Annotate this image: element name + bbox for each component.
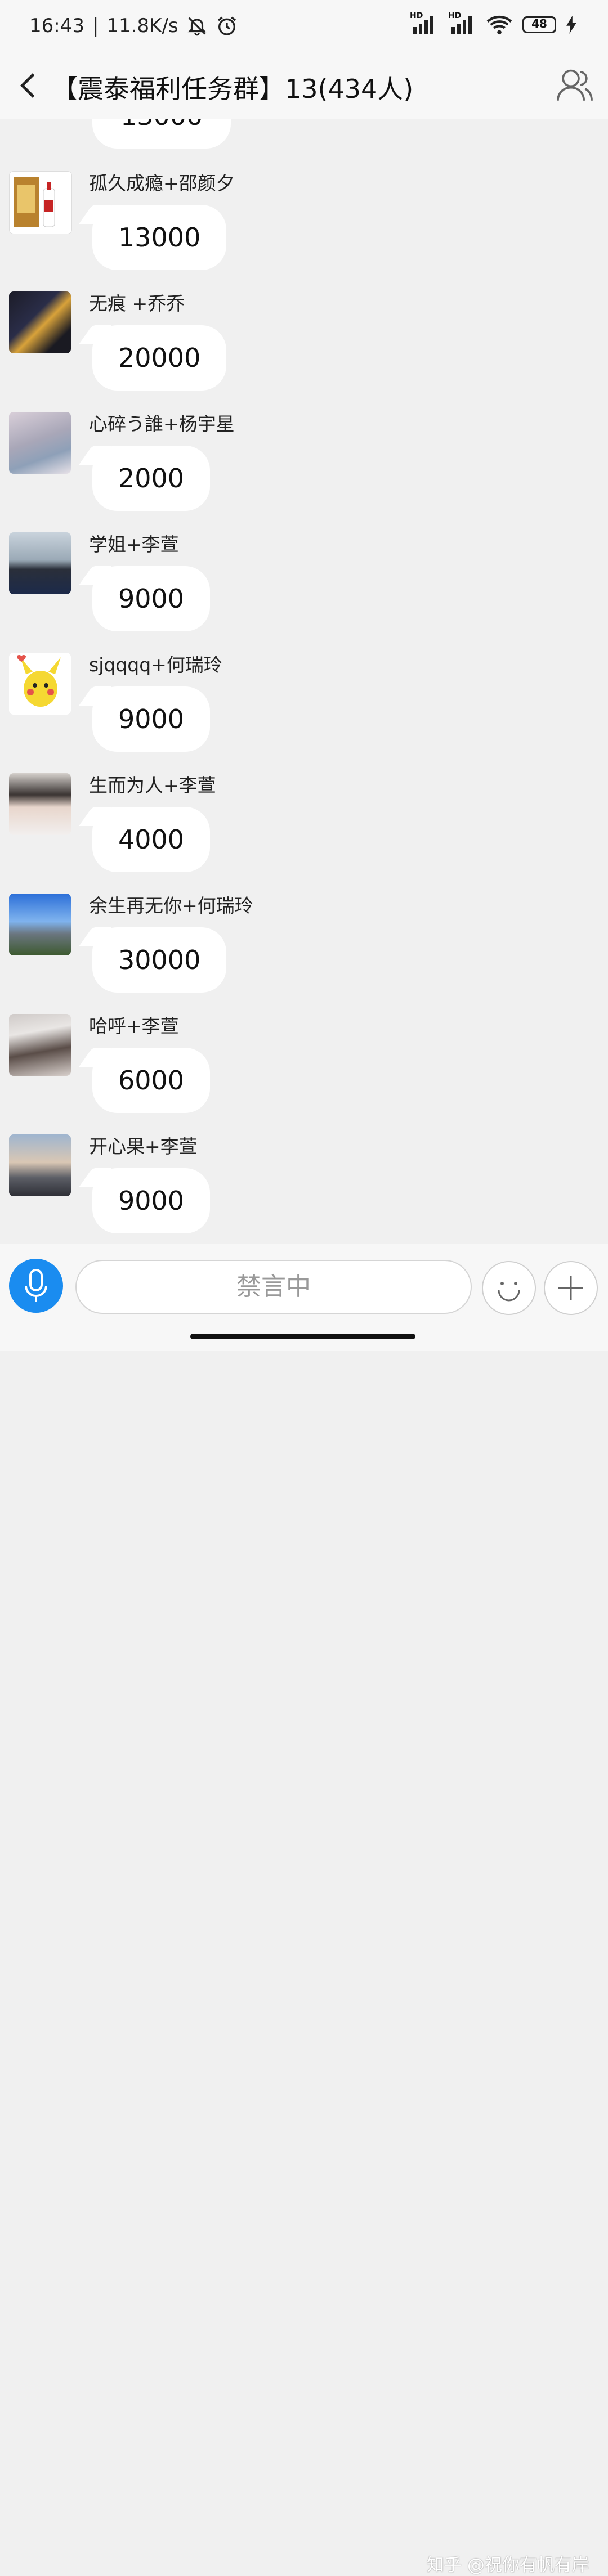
message-bubble[interactable]: 13000 <box>92 205 227 270</box>
status-net-speed: 11.8K/s <box>106 15 178 37</box>
message-bubble[interactable]: 4000 <box>92 807 211 872</box>
message-bubble[interactable]: 20000 <box>92 325 227 391</box>
girl-portrait-avatar[interactable] <box>9 773 71 835</box>
wifi-icon <box>486 15 512 35</box>
chat-header: 【震泰福利任务群】13(434人) <box>0 54 608 119</box>
sender-name: 余生再无你+何瑞玲 <box>89 895 253 917</box>
sender-name: 开心果+李萱 <box>89 1136 198 1157</box>
smiley-icon <box>498 1282 520 1302</box>
network-badge-2: HD <box>448 11 462 20</box>
list-item: 余生再无你+何瑞玲 30000 <box>0 894 608 1014</box>
more-button[interactable] <box>544 1261 598 1315</box>
list-item: 哈呼+李萱 6000 <box>0 1014 608 1134</box>
status-bar: 16:43 | 11.8K/s HD HD 48 <box>0 0 608 54</box>
cap-girl-avatar[interactable] <box>9 1014 71 1076</box>
chevron-left-icon[interactable] <box>12 69 46 102</box>
sender-name: 哈呼+李萱 <box>89 1015 179 1037</box>
wind-hair-avatar[interactable] <box>9 532 71 594</box>
list-item: 开心果+李萱 9000 <box>0 1134 608 1244</box>
sender-name: 孤久成瘾+邵颜夕 <box>89 172 235 194</box>
sender-name: 心碎う誰+杨宇星 <box>89 413 235 435</box>
portrait-dark-avatar[interactable] <box>9 291 71 353</box>
message-bubble[interactable]: 9000 <box>92 686 211 752</box>
home-indicator[interactable] <box>190 1334 415 1339</box>
message-bubble[interactable]: 2000 <box>92 446 211 511</box>
emoji-button[interactable] <box>482 1261 536 1315</box>
message-input-muted: 禁言中 <box>75 1260 472 1314</box>
microphone-icon <box>25 1269 47 1302</box>
list-item: 学姐+李萱 9000 <box>0 532 608 653</box>
page-title: 【震泰福利任务群】13(434人) <box>52 74 414 104</box>
plus-icon <box>558 1276 583 1300</box>
message-bubble[interactable]: 30000 <box>92 927 227 993</box>
mute-bell-icon <box>187 17 207 36</box>
charging-icon <box>566 16 576 34</box>
liquor-box-avatar[interactable] <box>9 171 72 234</box>
list-item: 孤久成瘾+邵颜夕 13000 <box>0 171 608 291</box>
alarm-icon <box>217 16 236 35</box>
battery-icon: 48 <box>522 16 556 33</box>
list-item: 生而为人+李萱 4000 <box>0 773 608 894</box>
battery-level: 48 <box>531 17 547 30</box>
signal-icon: HD <box>410 11 438 36</box>
sender-name: 生而为人+李萱 <box>89 774 216 796</box>
list-item: 无痕 +乔乔 20000 <box>0 291 608 412</box>
signal-icon: HD <box>448 11 476 36</box>
status-time: 16:43 <box>29 15 84 37</box>
pikachu-avatar[interactable] <box>9 653 71 715</box>
sunset-city-avatar[interactable] <box>9 1134 71 1196</box>
sender-name: 学姐+李萱 <box>89 533 179 555</box>
message-bubble[interactable]: 6000 <box>92 1048 211 1113</box>
status-right: HD HD 48 <box>410 11 576 36</box>
status-left: 16:43 | 11.8K/s <box>29 15 238 37</box>
message-bubble[interactable]: 9000 <box>92 566 211 631</box>
message-bubble-partial[interactable]: 13000 <box>92 119 231 149</box>
city-sky-avatar[interactable] <box>9 894 71 955</box>
message-list[interactable]: 13000 孤久成瘾+邵颜夕 13000 无痕 +乔乔 20000 心碎う誰+杨… <box>0 119 608 1244</box>
sender-name: sjqqqq+何瑞玲 <box>89 654 222 676</box>
anime-sketch-avatar[interactable] <box>9 412 71 474</box>
sender-name: 无痕 +乔乔 <box>89 293 185 315</box>
group-members-icon[interactable] <box>554 64 596 106</box>
status-separator: | <box>92 15 99 37</box>
voice-button[interactable] <box>9 1259 63 1313</box>
list-item: 心碎う誰+杨宇星 2000 <box>0 412 608 532</box>
watermark: 知乎 @祝你有帆有岸 <box>427 2555 589 2575</box>
network-badge-1: HD <box>410 11 423 20</box>
list-item: sjqqqq+何瑞玲 9000 <box>0 653 608 773</box>
message-bubble[interactable]: 9000 <box>92 1168 211 1233</box>
